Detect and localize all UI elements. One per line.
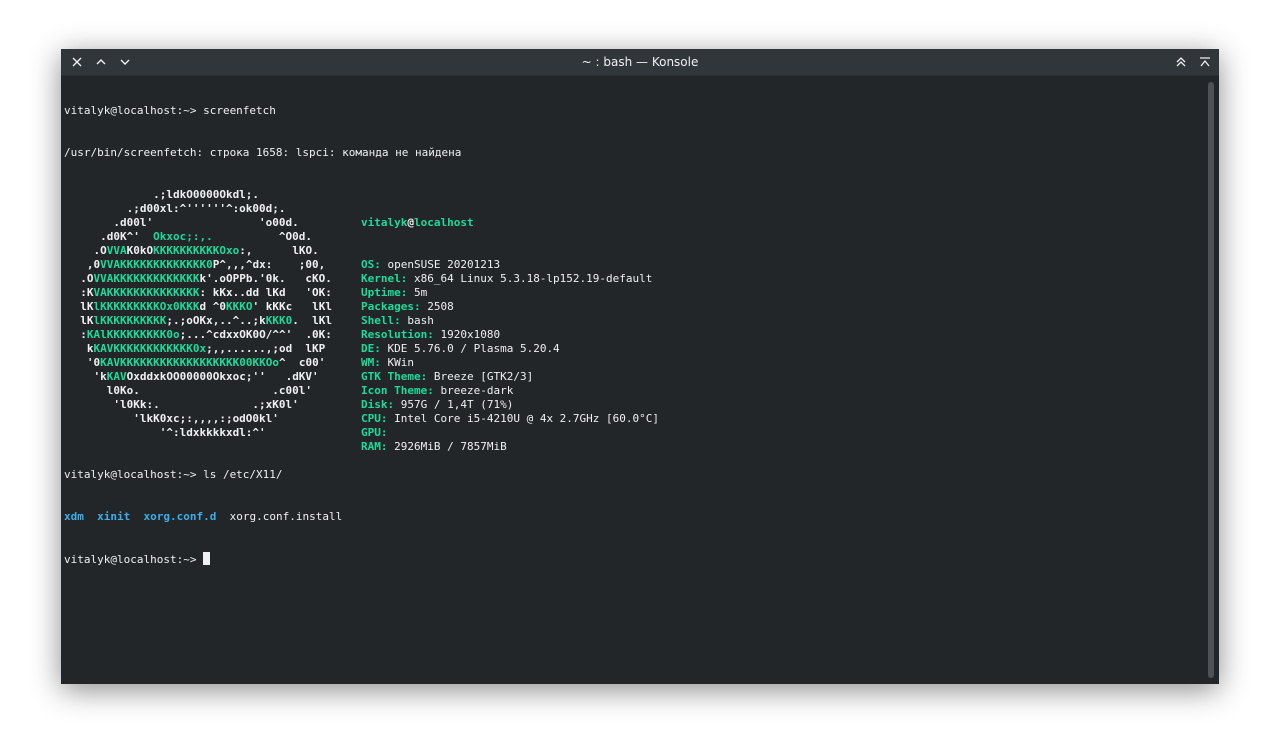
screenfetch-output: .;ldkO0000Okdl;. .;d00xl:^''''''^:ok00d;… xyxy=(64,188,1203,453)
info-value: bash xyxy=(400,314,434,327)
maximize-icon xyxy=(1200,57,1210,67)
ls-entry-xdm: xdm xyxy=(64,510,84,523)
info-value: 1920x1080 xyxy=(433,328,501,341)
ascii-art-line: l0Ko. .c00l' xyxy=(67,384,313,397)
info-value: openSUSE 20201213 xyxy=(380,258,501,271)
info-row: Kernel: x86_64 Linux 5.3.18-lp152.19-def… xyxy=(361,272,659,286)
info-key: GTK Theme: xyxy=(361,370,428,383)
scrollbar[interactable] xyxy=(1203,76,1219,684)
opensuse-ascii-logo: .;ldkO0000Okdl;. .;d00xl:^''''''^:ok00d;… xyxy=(67,188,332,440)
info-key: Shell: xyxy=(361,314,401,327)
info-key: CPU: xyxy=(361,412,388,425)
info-value: 2508 xyxy=(420,300,454,313)
ascii-art-line: lKlKKKKKKKKKK;.;oOKx,..^..;kKKK0. lKl xyxy=(67,314,332,327)
ascii-art-line: 'l0Kk:. .;xK0l' xyxy=(67,398,299,411)
info-row: Shell: bash xyxy=(361,314,659,328)
ascii-art-line: ,0VVAKKKKKKKKKKKKK0P^,,,^dx: ;00, xyxy=(67,258,326,271)
info-row: RAM: 2926MiB / 7857MiB xyxy=(361,440,659,454)
info-value: breeze-dark xyxy=(433,384,514,397)
ascii-art-line: :KAlKKKKKKKKK0o;...^cdxxOK0O/^^' .0K: xyxy=(67,328,332,341)
scrollbar-thumb[interactable] xyxy=(1208,82,1214,678)
titlebar[interactable]: ~ : bash — Konsole xyxy=(61,49,1219,76)
info-row: Icon Theme: breeze-dark xyxy=(361,384,659,398)
konsole-window[interactable]: ~ : bash — Konsole vitalyk@localhost:~> … xyxy=(61,49,1219,684)
info-row: Resolution: 1920x1080 xyxy=(361,328,659,342)
prompt-line: vitalyk@localhost:~> screenfetch xyxy=(64,104,276,117)
info-row: GTK Theme: Breeze [GTK2/3] xyxy=(361,370,659,384)
prompt-text: vitalyk@localhost:~> xyxy=(64,553,204,566)
info-value: 2926MiB / 7857MiB xyxy=(387,440,507,453)
info-key: Resolution: xyxy=(361,328,434,341)
info-value: 5m xyxy=(407,286,428,299)
ls-output: xdm xinit xorg.conf.d xorg.conf.install xyxy=(64,510,1203,524)
ls-entry-xinit: xinit xyxy=(97,510,131,523)
info-host: localhost xyxy=(413,216,474,229)
ascii-art-line: :KVAKKKKKKKKKKKKKK: kKx..dd lKd 'OK: xyxy=(67,286,332,299)
info-value: Breeze [GTK2/3] xyxy=(427,370,534,383)
info-key: Packages: xyxy=(361,300,421,313)
info-row: Disk: 957G / 1,4T (71%) xyxy=(361,398,659,412)
ascii-art-line: .d0K^' Okxoc;:,. ^O0d. xyxy=(67,230,313,243)
info-key: Disk: xyxy=(361,398,395,411)
info-row: CPU: Intel Core i5-4210U @ 4x 2.7GHz [60… xyxy=(361,412,659,426)
info-key: Icon Theme: xyxy=(361,384,434,397)
info-row: Packages: 2508 xyxy=(361,300,659,314)
info-at: @ xyxy=(407,216,414,229)
ascii-art-line: .;ldkO0000Okdl;. xyxy=(67,188,260,201)
text-cursor xyxy=(203,552,211,565)
info-value: 957G / 1,4T (71%) xyxy=(394,398,514,411)
info-value: KDE 5.76.0 / Plasma 5.20.4 xyxy=(380,342,560,355)
terminal-output[interactable]: vitalyk@localhost:~> screenfetch /usr/bi… xyxy=(61,76,1203,684)
ascii-art-line: '^:ldxkkkkxdl:^' xyxy=(67,426,266,439)
info-key: GPU: xyxy=(361,426,388,439)
info-row: GPU: xyxy=(361,426,659,440)
window-title: ~ : bash — Konsole xyxy=(581,55,699,69)
current-prompt-line[interactable]: vitalyk@localhost:~> xyxy=(64,552,1203,566)
info-row: Uptime: 5m xyxy=(361,286,659,300)
ascii-art-line: 'kKAVOxddxkOO00000Okxoc;'' .dKV' xyxy=(67,370,319,383)
info-key: WM: xyxy=(361,356,381,369)
info-row: WM: KWin xyxy=(361,356,659,370)
ls-entry-xorg-conf-install: xorg.conf.install xyxy=(229,510,343,523)
maximize-button[interactable] xyxy=(1195,52,1215,72)
double-chevron-up-icon xyxy=(1176,57,1186,67)
info-key: RAM: xyxy=(361,440,388,453)
ascii-art-line: .OVVAK0kOKKKKKKKKKKOxo:, lKO. xyxy=(67,244,319,257)
titlebar-right-buttons xyxy=(1171,52,1215,72)
info-value: KWin xyxy=(380,356,414,369)
ls-entry-xorg-conf-d: xorg.conf.d xyxy=(143,510,217,523)
desktop: ~ : bash — Konsole vitalyk@localhost:~> … xyxy=(0,0,1280,756)
ascii-art-line: .d00l' 'o00d. xyxy=(67,216,299,229)
info-value: Intel Core i5-4210U @ 4x 2.7GHz [60.0°C] xyxy=(387,412,660,425)
info-key: Uptime: xyxy=(361,286,408,299)
info-key: OS: xyxy=(361,258,381,271)
ascii-art-line: lKlKKKKKKKKKOx0KKKd ^0KKKO' kKKc lKl xyxy=(67,300,332,313)
ascii-art-line: kKAVKKKKKKKKKKKK0x;,,......,;od lKP xyxy=(67,342,326,355)
system-info: vitalyk@localhost OS: openSUSE 20201213 K… xyxy=(361,188,659,482)
info-rows: OS: openSUSE 20201213 Kernel: x86_64 Linu… xyxy=(361,258,659,454)
user-host-line: vitalyk@localhost xyxy=(361,216,659,230)
keep-above-button[interactable] xyxy=(1171,52,1191,72)
ascii-art-line: 'lkK0xc;:,,,,:;odO0kl' xyxy=(67,412,279,425)
info-user: vitalyk xyxy=(361,216,408,229)
ascii-art-line: .OVVAKKKKKKKKKKKKKk'.oOPPb.'0k. cKO. xyxy=(67,272,332,285)
ascii-art-line: .;d00xl:^''''''^:ok00d;. xyxy=(67,202,286,215)
ascii-art-line: '0KAVKKKKKKKKKKKKKKKKKK00KKOo^ c00' xyxy=(67,356,326,369)
info-row: DE: KDE 5.76.0 / Plasma 5.20.4 xyxy=(361,342,659,356)
info-key: DE: xyxy=(361,342,381,355)
info-key: Kernel: xyxy=(361,272,408,285)
info-value: x86_64 Linux 5.3.18-lp152.19-default xyxy=(407,272,653,285)
error-line: /usr/bin/screenfetch: строка 1658: lspci… xyxy=(64,146,462,159)
info-row: OS: openSUSE 20201213 xyxy=(361,258,659,272)
